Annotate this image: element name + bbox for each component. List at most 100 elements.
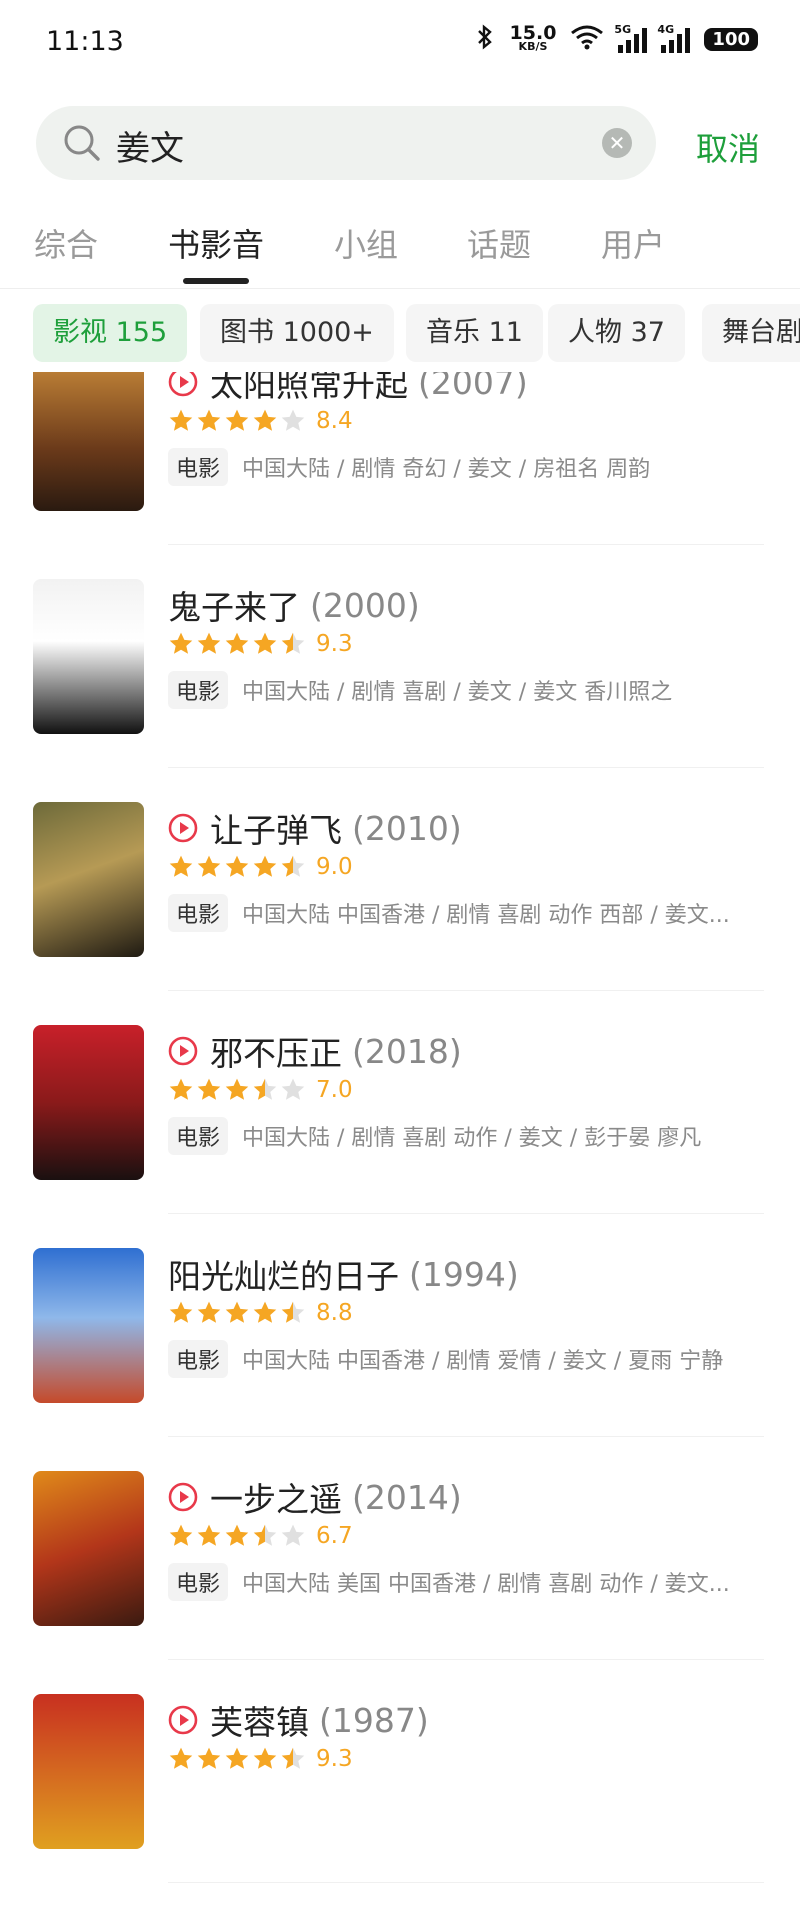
- play-icon[interactable]: [168, 1036, 198, 1066]
- rating-score: 9.3: [316, 631, 353, 657]
- divider: [168, 1882, 764, 1883]
- item-title-row: 鬼子来了 (2000): [168, 581, 420, 629]
- type-badge: 电影: [168, 1563, 229, 1601]
- list-item[interactable]: 让子弹飞 (2010) 9.0 电影 中国大陆 中国香港 / 剧情 喜剧 动作 西部 /…: [0, 802, 800, 1025]
- item-rating: 9.3: [168, 1746, 353, 1772]
- tab-topics[interactable]: 话题: [467, 220, 531, 266]
- search-input[interactable]: 姜文 ✕: [36, 106, 656, 180]
- star-icon: [169, 855, 193, 877]
- item-title[interactable]: 一步之遥: [210, 1473, 342, 1521]
- filter-chip-books[interactable]: 图书 1000+: [200, 304, 394, 362]
- play-icon[interactable]: [168, 1705, 198, 1735]
- star-icon: [169, 1747, 193, 1769]
- star-icon: [281, 1078, 305, 1100]
- item-title-row: 太阳照常升起 (2007): [168, 367, 528, 406]
- item-meta: 电影 中国大陆 / 剧情 喜剧 动作 / 姜文 / 彭于晏 廖凡: [168, 1117, 701, 1155]
- list-item[interactable]: 邪不压正 (2018) 7.0 电影 中国大陆 / 剧情 喜剧 动作 / 姜文 / 彭于…: [0, 1025, 800, 1248]
- status-icons: 15.0 KB/S 5G 4G 100: [474, 23, 758, 55]
- item-title[interactable]: 让子弹飞: [210, 804, 342, 852]
- tab-users[interactable]: 用户: [601, 220, 665, 266]
- star-icon: [197, 1078, 221, 1100]
- divider: [168, 767, 764, 768]
- item-rating: 7.0: [168, 1077, 353, 1103]
- star-icon: [197, 409, 221, 431]
- type-badge: 电影: [168, 671, 229, 709]
- tab-groups[interactable]: 小组: [334, 220, 398, 266]
- divider: [168, 544, 764, 545]
- star-rating: [168, 631, 306, 657]
- list-item[interactable]: 阳光灿烂的日子 (1994) 8.8 电影 中国大陆 中国香港 / 剧情 爱情 / 姜文…: [0, 1248, 800, 1471]
- star-rating: [168, 854, 306, 880]
- star-icon: [169, 409, 193, 431]
- star-icon: [281, 1301, 305, 1323]
- divider: [168, 1659, 764, 1660]
- active-tab-indicator: [183, 278, 249, 284]
- star-rating: [168, 1077, 306, 1103]
- item-title[interactable]: 鬼子来了: [168, 581, 300, 629]
- star-rating: [168, 1746, 306, 1772]
- list-item[interactable]: 鬼子来了 (2000) 9.3 电影 中国大陆 / 剧情 喜剧 / 姜文 / 姜文 香川…: [0, 579, 800, 802]
- item-title[interactable]: 太阳照常升起: [210, 372, 408, 406]
- star-icon: [281, 1524, 305, 1546]
- item-rating: 9.3: [168, 631, 353, 657]
- type-badge: 电影: [168, 894, 229, 932]
- item-title[interactable]: 芙蓉镇: [210, 1696, 309, 1744]
- item-meta: 电影 中国大陆 / 剧情 奇幻 / 姜文 / 房祖名 周韵: [168, 448, 650, 486]
- play-icon[interactable]: [168, 813, 198, 843]
- tab-overview[interactable]: 综合: [34, 220, 98, 266]
- play-icon[interactable]: [168, 367, 198, 397]
- item-year: (2018): [352, 1031, 462, 1071]
- star-rating: [168, 1300, 306, 1326]
- type-badge: 电影: [168, 1117, 229, 1155]
- star-icon: [225, 632, 249, 654]
- item-year: (1987): [319, 1700, 429, 1740]
- filter-chip-people[interactable]: 人物 37: [548, 304, 685, 362]
- star-icon: [225, 1524, 249, 1546]
- signal-4g-icon: 4G: [657, 23, 691, 53]
- search-query[interactable]: 姜文: [116, 121, 184, 170]
- type-badge: 电影: [168, 448, 229, 486]
- star-icon: [225, 1301, 249, 1323]
- item-meta: 电影 中国大陆 中国香港 / 剧情 喜剧 动作 西部 / 姜文...: [168, 894, 730, 932]
- filter-chip-music[interactable]: 音乐 11: [406, 304, 543, 362]
- item-title-row: 让子弹飞 (2010): [168, 804, 462, 852]
- star-icon: [169, 1301, 193, 1323]
- clear-icon[interactable]: ✕: [602, 128, 632, 158]
- filter-chip-movies[interactable]: 影视 155: [33, 304, 188, 362]
- poster-let-the-bullets-fly: [33, 802, 144, 957]
- star-icon: [169, 632, 193, 654]
- item-title[interactable]: 邪不压正: [210, 1027, 342, 1075]
- star-icon: [197, 1524, 221, 1546]
- star-icon: [169, 1078, 193, 1100]
- item-meta: 电影 中国大陆 中国香港 / 剧情 爱情 / 姜文 / 夏雨 宁静: [168, 1340, 723, 1378]
- list-item[interactable]: 芙蓉镇 (1987) 9.3: [0, 1694, 800, 1917]
- tab-books-movies-music[interactable]: 书影音: [168, 220, 264, 266]
- item-rating: 9.0: [168, 854, 353, 880]
- item-year: (1994): [409, 1254, 519, 1294]
- star-icon: [253, 409, 277, 431]
- star-icon: [253, 1524, 277, 1546]
- type-badge: 电影: [168, 1340, 229, 1378]
- poster-in-the-heat-of-the-sun: [33, 1248, 144, 1403]
- clock: 11:13: [46, 26, 124, 57]
- poster-hidden-man: [33, 1025, 144, 1180]
- filter-chip-stage[interactable]: 舞台剧: [702, 304, 800, 362]
- item-rating: 8.4: [168, 408, 353, 434]
- star-icon: [281, 632, 305, 654]
- poster-hibiscus-town: [33, 1694, 144, 1849]
- star-icon: [197, 1747, 221, 1769]
- category-tabs: 综合 书影音 小组 话题 用户: [0, 212, 800, 289]
- item-info: 中国大陆 / 剧情 喜剧 / 姜文 / 姜文 香川照之: [242, 680, 673, 705]
- play-icon[interactable]: [168, 1482, 198, 1512]
- poster-sun-also-rises: [33, 372, 144, 511]
- star-icon: [281, 1747, 305, 1769]
- poster-gone-with-the-bullets: [33, 1471, 144, 1626]
- rating-score: 7.0: [316, 1077, 353, 1103]
- divider: [168, 1213, 764, 1214]
- cancel-button[interactable]: 取消: [696, 124, 760, 170]
- star-icon: [197, 1301, 221, 1323]
- list-item[interactable]: 一步之遥 (2014) 6.7 电影 中国大陆 美国 中国香港 / 剧情 喜剧 动作 /…: [0, 1471, 800, 1694]
- item-title[interactable]: 阳光灿烂的日子: [168, 1250, 399, 1298]
- list-item[interactable]: 太阳照常升起 (2007) 8.4 电影 中国大陆 / 剧情 奇幻 / 姜文 / 房祖名…: [0, 367, 800, 579]
- star-icon: [197, 855, 221, 877]
